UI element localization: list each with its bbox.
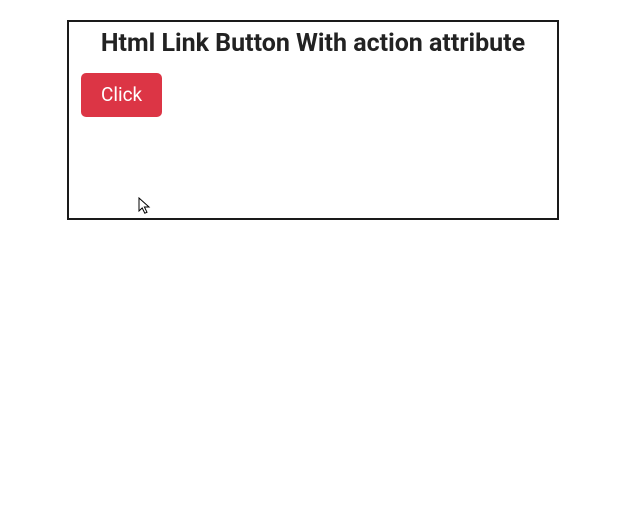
click-button[interactable]: Click	[81, 73, 162, 117]
card-title: Html Link Button With action attribute	[69, 22, 557, 63]
button-area: Click	[69, 63, 557, 117]
example-card: Html Link Button With action attribute C…	[67, 20, 559, 220]
